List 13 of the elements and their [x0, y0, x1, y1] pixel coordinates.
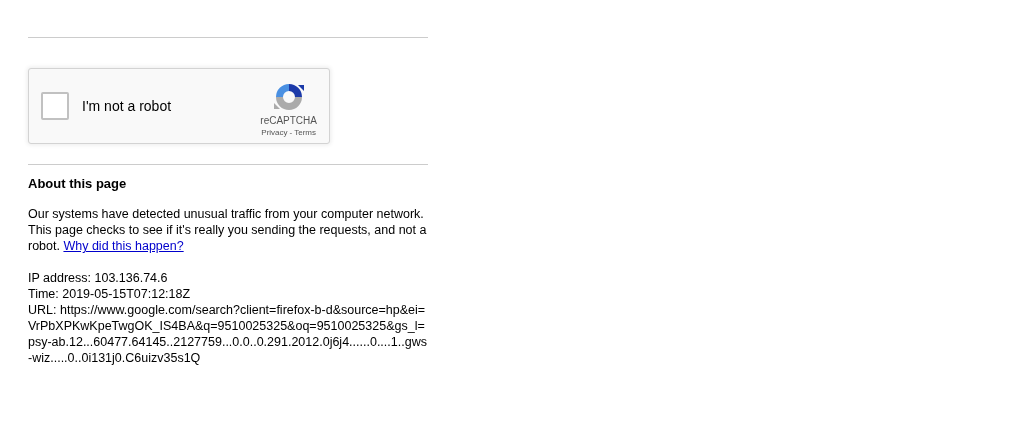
section-heading: About this page	[28, 176, 128, 191]
privacy-link[interactable]: Privacy	[261, 128, 288, 137]
time-text: Time: 2019-05-15T07:12:18Z	[28, 286, 192, 302]
url-text: URL: https://www.google.com/search?client=firefox-b-d&source=hp&ei=VrPbXPKwKpeTwgOK_IS4BA&q=9510025325&oq=9510025325&gs_l=psy-ab.12...60477.64145..2127759...0.0..0.291.2012.0j6j4......0....1..gws-wiz.....0..0i131j0.C6uizv35s1Q	[28, 302, 428, 366]
message-paragraph: Our systems have detected unusual traffic from your computer network. This page checks to see if it's really you sending the requests, and not a robot. Why did this happen?	[28, 206, 428, 254]
checkbox[interactable]	[41, 92, 69, 120]
separator: -	[289, 128, 293, 137]
brand-name: reCAPTCHA	[260, 115, 317, 126]
ip-address-text: IP address: 103.136.74.6	[28, 270, 169, 286]
checkbox-label: I'm not a robot	[82, 98, 172, 114]
terms-link[interactable]: Terms	[294, 128, 316, 137]
why-link[interactable]: Why did this happen?	[63, 239, 184, 253]
recaptcha-logo-icon	[272, 81, 305, 113]
